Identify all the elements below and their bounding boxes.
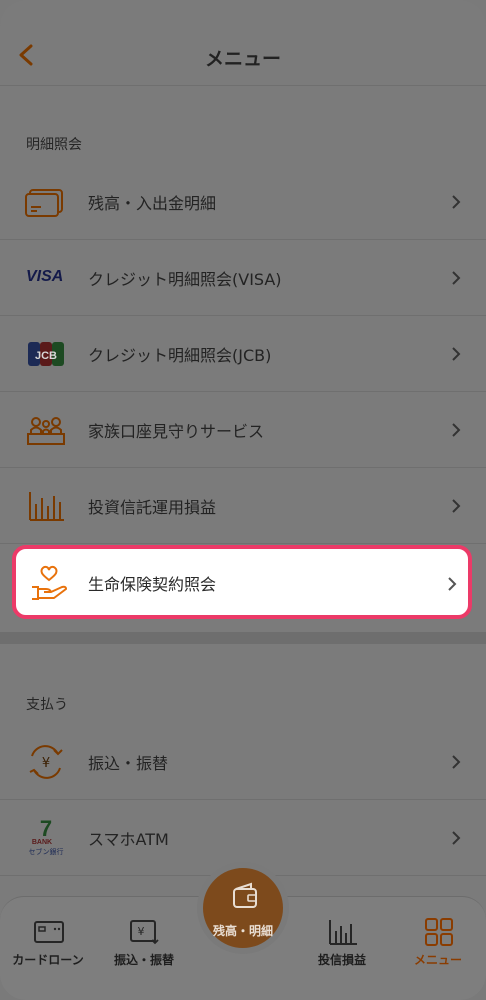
- tab-label: カードローン: [12, 953, 84, 967]
- section-label-statements: 明細照会: [26, 137, 82, 153]
- menu-item-life-insurance[interactable]: 生命保険契約照会: [12, 545, 472, 619]
- tab-label: 振込・振替: [113, 953, 174, 967]
- card-loan-icon: [34, 921, 64, 943]
- menu-item-balance[interactable]: 残高・入出金明細: [0, 164, 486, 240]
- tab-card-loan[interactable]: カードローン: [0, 897, 96, 1000]
- menu-item-label: クレジット明細照会(JCB): [88, 346, 272, 365]
- yen-transfer-icon: ¥: [29, 745, 63, 779]
- tab-menu[interactable]: メニュー: [390, 897, 486, 1000]
- chevron-right-icon: [452, 347, 461, 361]
- header: メニュー: [0, 0, 486, 86]
- menu-item-label: クレジット明細照会(VISA): [88, 270, 282, 289]
- chevron-right-icon: [452, 755, 461, 769]
- chevron-right-icon: [452, 499, 461, 513]
- chevron-right-icon: [452, 831, 461, 845]
- menu-item-label: 残高・入出金明細: [88, 194, 217, 213]
- tab-label: 残高・明細: [212, 924, 273, 938]
- menu-item-transfer[interactable]: ¥ 振込・振替: [0, 724, 486, 800]
- tab-balance[interactable]: 残高・明細: [197, 862, 289, 954]
- chevron-right-icon: [452, 423, 461, 437]
- svg-text:JCB: JCB: [35, 350, 57, 362]
- tab-investment[interactable]: 投信損益: [294, 897, 390, 1000]
- menu-item-credit-jcb[interactable]: JCB クレジット明細照会(JCB): [0, 316, 486, 392]
- seven-bank-icon: 7 BANK セブン銀行: [29, 816, 64, 856]
- menu-item-credit-visa[interactable]: VISA クレジット明細照会(VISA): [0, 240, 486, 316]
- page-title: メニュー: [204, 48, 281, 70]
- tab-label: 投信損益: [317, 953, 366, 967]
- menu-item-label: 投資信託運用損益: [88, 498, 217, 517]
- chart-icon: [329, 920, 357, 945]
- section-divider: [0, 632, 486, 644]
- menu-item-label: 振込・振替: [88, 754, 169, 773]
- card-icon: [25, 189, 63, 217]
- svg-text:7: 7: [40, 816, 52, 841]
- menu-screen: メニュー 明細照会 残高・入出金明細 VISA クレジット明細照会(VISA) …: [0, 0, 486, 1000]
- transfer-icon: ¥: [130, 920, 159, 945]
- svg-text:セブン銀行: セブン銀行: [29, 847, 64, 856]
- visa-logo-icon: VISA: [26, 268, 64, 285]
- wallet-icon: [233, 882, 257, 908]
- hand-heart-icon: [32, 565, 67, 600]
- chevron-right-icon: [452, 271, 461, 285]
- family-icon: [27, 417, 65, 445]
- chevron-right-icon: [448, 577, 457, 591]
- grid-icon: [425, 918, 453, 946]
- section-label-pay: 支払う: [26, 697, 68, 713]
- chevron-right-icon: [452, 195, 461, 209]
- svg-text:¥: ¥: [42, 756, 50, 771]
- menu-item-label: 家族口座見守りサービス: [88, 422, 265, 441]
- svg-text:¥: ¥: [138, 925, 145, 938]
- chart-icon: [29, 492, 64, 521]
- svg-text:BANK: BANK: [32, 839, 52, 846]
- tab-transfer[interactable]: ¥ 振込・振替: [96, 897, 192, 1000]
- menu-item-family-watch[interactable]: 家族口座見守りサービス: [0, 392, 486, 468]
- menu-item-label: スマホATM: [88, 830, 169, 849]
- menu-item-investment-pl[interactable]: 投資信託運用損益: [0, 468, 486, 544]
- menu-item-label: 生命保険契約照会: [88, 575, 217, 594]
- tab-label: メニュー: [413, 953, 462, 967]
- jcb-logo-icon: JCB: [28, 342, 64, 366]
